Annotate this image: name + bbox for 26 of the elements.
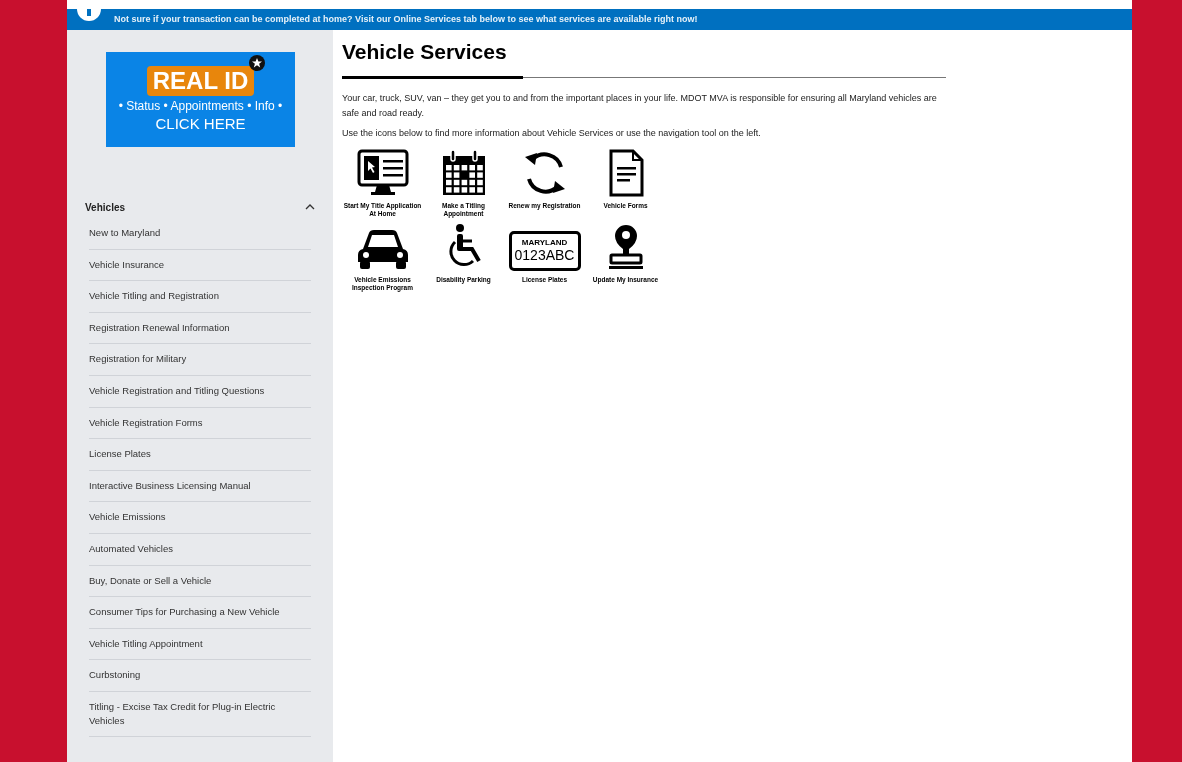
sidebar-link[interactable]: Buy, Donate or Sell a Vehicle <box>89 565 311 598</box>
intro-paragraph: Use the icons below to find more information about Vehicle Services or use the navigation tool on the left. <box>342 127 762 140</box>
monitor-icon <box>356 149 409 197</box>
sidebar-link[interactable]: Consumer Tips for Purchasing a New Vehicle <box>89 597 311 629</box>
banner-text: Not sure if your transaction can be completed at home? Visit our Online Services tab below to see what services are available right now! <box>114 12 698 26</box>
sidebar-link[interactable]: Interactive Business Licensing Manual <box>89 470 311 503</box>
sidebar-link[interactable]: Curbstoning <box>89 660 311 692</box>
sidebar-link[interactable]: Vehicle Titling Appointment <box>89 628 311 661</box>
real-id-banner[interactable]: REAL ID • Status • Appointments • Info • CLICK HERE <box>106 52 295 147</box>
sidebar-link[interactable]: Vehicle Emissions <box>89 502 311 534</box>
page-title: Vehicle Services <box>342 39 508 65</box>
sidebar-link[interactable]: Vehicle Registration and Titling Questions <box>89 375 311 408</box>
sidebar-link[interactable]: New to Maryland <box>89 218 311 250</box>
sidebar-link[interactable]: Vehicle Insurance <box>89 249 311 282</box>
sidebar-link[interactable]: Titling - Excise Tax Credit for Plug-in Electric Vehicles <box>89 691 311 737</box>
sidebar-heading-text: Vehicles <box>85 200 126 215</box>
license-plate-icon: MARYLAND 0123ABC <box>508 231 581 271</box>
star-icon <box>249 55 265 71</box>
sidebar-link[interactable]: Registration Renewal Information <box>89 312 311 345</box>
sidebar-heading[interactable]: Vehicles <box>85 197 315 217</box>
sidebar-link[interactable]: Vehicle Registration Forms <box>89 407 311 440</box>
intro-paragraph: Your car, truck, SUV, van – they get you to and from the important places in your life. MDOT MVA is responsible for ensuring all Maryland vehicles are safe and road ready. <box>342 92 938 120</box>
sidebar-link[interactable]: Automated Vehicles <box>89 533 311 566</box>
sidebar-link[interactable]: License Plates <box>89 439 311 471</box>
sidebar-link[interactable]: Vehicle Titling and Registration <box>89 281 311 313</box>
sidebar-link[interactable]: Registration for Military <box>89 344 311 376</box>
